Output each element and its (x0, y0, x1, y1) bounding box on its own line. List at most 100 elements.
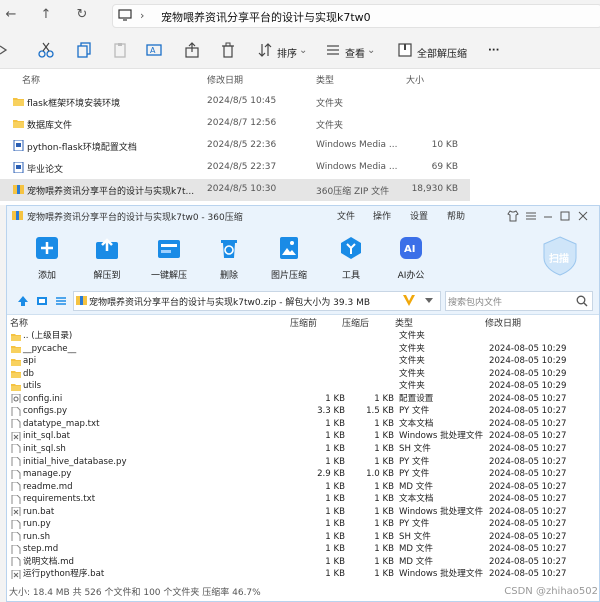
close-icon[interactable] (577, 210, 589, 222)
up-level-icon[interactable] (17, 295, 29, 307)
sort-button[interactable]: 排序 (277, 45, 297, 60)
view-mode-icon[interactable] (36, 295, 48, 307)
menu-settings[interactable]: 设置 (410, 209, 428, 222)
archive-row[interactable]: .. (上级目录) 文件夹 (7, 330, 599, 343)
ai-office-button[interactable]: AI AI办公 (389, 234, 433, 284)
entry-type: 文本文档 (399, 494, 434, 505)
sort-icon (258, 43, 272, 57)
zip-file-icon (76, 296, 87, 305)
archive-row[interactable]: 说明文档.md 1 KB 1 KB MD 文件 2024-08-05 10:27 (7, 556, 599, 569)
refresh-icon[interactable]: ↻ (74, 7, 90, 23)
column-header-type[interactable]: 类型 (316, 73, 334, 86)
scan-button[interactable]: 扫描 (541, 236, 579, 276)
maximize-icon[interactable] (559, 210, 571, 222)
archive-row[interactable]: api 文件夹 2024-08-05 10:29 (7, 355, 599, 368)
new-icon[interactable] (0, 42, 10, 58)
image-compress-button[interactable]: 图片压缩 (267, 234, 311, 284)
archive-row[interactable]: init_sql.sh 1 KB 1 KB SH 文件 2024-08-05 10:27 (7, 443, 599, 456)
archive-row[interactable]: readme.md 1 KB 1 KB MD 文件 2024-08-05 10:27 (7, 481, 599, 494)
archive-row[interactable]: db 文件夹 2024-08-05 10:29 (7, 368, 599, 381)
delete-button[interactable]: 删除 (207, 234, 251, 284)
address-bar[interactable]: › 宠物喂养资讯分享平台的设计与实现k7tw0 (112, 4, 600, 28)
archive-path-field[interactable]: 宠物喂养资讯分享平台的设计与实现k7tw0.zip - 解包大小为 39.3 M… (73, 291, 441, 311)
paste-icon[interactable] (112, 42, 128, 58)
column-header-size[interactable]: 大小 (406, 73, 424, 86)
archive-row[interactable]: configs.py 3.3 KB 1.5 KB PY 文件 2024-08-05 10… (7, 405, 599, 418)
menu-help[interactable]: 帮助 (447, 209, 465, 222)
one-click-extract-button[interactable]: 一键解压 (147, 234, 191, 284)
back-arrow-icon[interactable]: ← (3, 7, 19, 23)
column-header-modified[interactable]: 修改日期 (485, 316, 521, 329)
entry-size: 1 KB (374, 544, 394, 555)
file-icon (11, 494, 21, 504)
archive-row[interactable]: run.bat 1 KB 1 KB Windows 批处理文件 2024-08-05 1… (7, 506, 599, 519)
folder-icon (13, 98, 24, 106)
entry-packed-size: 1 KB (325, 519, 345, 530)
archive-row[interactable]: manage.py 2.9 KB 1.0 KB PY 文件 2024-08-05 10:… (7, 468, 599, 481)
entry-name: run.py (23, 519, 51, 530)
archive-row[interactable]: utils 文件夹 2024-08-05 10:29 (7, 380, 599, 393)
archive-row[interactable]: initial_hive_database.py 1 KB 1 KB PY 文件 202… (7, 456, 599, 469)
entry-name: run.bat (23, 506, 55, 517)
column-header-packed[interactable]: 压缩前 (290, 316, 317, 329)
extract-to-button[interactable]: 解压到 (85, 234, 129, 284)
minimize-icon[interactable] (542, 210, 554, 222)
entry-name: 运行python程序.bat (23, 569, 105, 580)
share-icon[interactable] (184, 42, 200, 58)
file-modified: 2024/8/5 22:36 (207, 140, 277, 150)
chevron-down-icon: ⌄ (367, 45, 376, 56)
column-header-name[interactable]: 名称 (22, 73, 40, 86)
dropdown-arrow-icon[interactable] (424, 297, 434, 305)
list-view-icon[interactable] (55, 295, 67, 307)
archive-row[interactable]: 运行python程序.bat 1 KB 1 KB Windows 批处理文件 2024-… (7, 568, 599, 581)
entry-name: step.md (23, 544, 59, 555)
column-header-name[interactable]: 名称 (10, 316, 28, 329)
file-size: 18,930 KB (411, 184, 458, 194)
entry-size: 1 KB (374, 431, 394, 442)
file-row[interactable]: flask框架环境安装环境 2024/8/5 10:45 文件夹 (0, 91, 470, 113)
delete-icon[interactable] (220, 42, 236, 58)
zip-toolbar: 添加 解压到 一键解压 删除 图片压缩 工具 AI AI办公 扫描 (7, 226, 599, 288)
archive-row[interactable]: config.ini 1 KB 1 KB 配置设置 2024-08-05 10:27 (7, 393, 599, 406)
search-input[interactable]: 搜索包内文件 (445, 291, 593, 311)
shirt-skin-icon[interactable] (507, 210, 519, 222)
archive-row[interactable]: run.py 1 KB 1 KB PY 文件 2024-08-05 10:27 (7, 518, 599, 531)
entry-type: 文件夹 (399, 368, 425, 379)
cut-icon[interactable] (38, 42, 54, 58)
folder-icon (11, 333, 21, 341)
menu-file[interactable]: 文件 (337, 209, 355, 222)
file-row[interactable]: 数据库文件 2024/8/7 12:56 文件夹 (0, 113, 470, 135)
tools-button[interactable]: 工具 (329, 234, 373, 284)
column-header-size[interactable]: 压缩后 (342, 316, 369, 329)
extract-all-button[interactable]: 全部解压缩 (417, 45, 467, 60)
rename-icon[interactable]: A (146, 42, 162, 58)
archive-row[interactable]: requirements.txt 1 KB 1 KB 文本文档 2024-08-05 1… (7, 493, 599, 506)
file-row[interactable]: 毕业论文 2024/8/5 22:37 Windows Media ... 69 KB (0, 157, 470, 179)
archive-row[interactable]: run.sh 1 KB 1 KB SH 文件 2024-08-05 10:27 (7, 531, 599, 544)
add-button[interactable]: 添加 (25, 234, 69, 284)
entry-modified: 2024-08-05 10:27 (489, 469, 567, 480)
entry-type: SH 文件 (399, 531, 431, 542)
menu-operation[interactable]: 操作 (373, 209, 391, 222)
entry-packed-size: 1 KB (325, 494, 345, 505)
file-name: flask框架环境安装环境 (27, 99, 121, 109)
view-button[interactable]: 查看 (345, 45, 365, 60)
v-logo-icon[interactable] (402, 293, 416, 307)
entry-modified: 2024-08-05 10:27 (489, 569, 567, 580)
search-icon[interactable] (576, 295, 588, 307)
entry-size: 1 KB (374, 443, 394, 454)
entry-modified: 2024-08-05 10:29 (489, 381, 567, 392)
column-header-modified[interactable]: 修改日期 (207, 73, 243, 86)
file-row[interactable]: 宠物喂养资讯分享平台的设计与实现k7t... 2024/8/5 10:30 360压… (0, 179, 470, 201)
archive-row[interactable]: datatype_map.txt 1 KB 1 KB 文本文档 2024-08-05 1… (7, 418, 599, 431)
zip-icon (13, 185, 24, 194)
archive-row[interactable]: step.md 1 KB 1 KB MD 文件 2024-08-05 10:27 (7, 543, 599, 556)
archive-row[interactable]: __pycache__ 文件夹 2024-08-05 10:29 (7, 343, 599, 356)
menu-lines-icon[interactable] (525, 210, 537, 222)
column-header-type[interactable]: 类型 (395, 316, 413, 329)
more-options-button[interactable]: ··· (488, 45, 499, 56)
up-arrow-icon[interactable]: ↑ (38, 7, 54, 23)
file-row[interactable]: python-flask环境配置文档 2024/8/5 22:36 Windows … (0, 135, 470, 157)
copy-icon[interactable] (76, 42, 92, 58)
archive-row[interactable]: init_sql.bat 1 KB 1 KB Windows 批处理文件 2024-08… (7, 430, 599, 443)
